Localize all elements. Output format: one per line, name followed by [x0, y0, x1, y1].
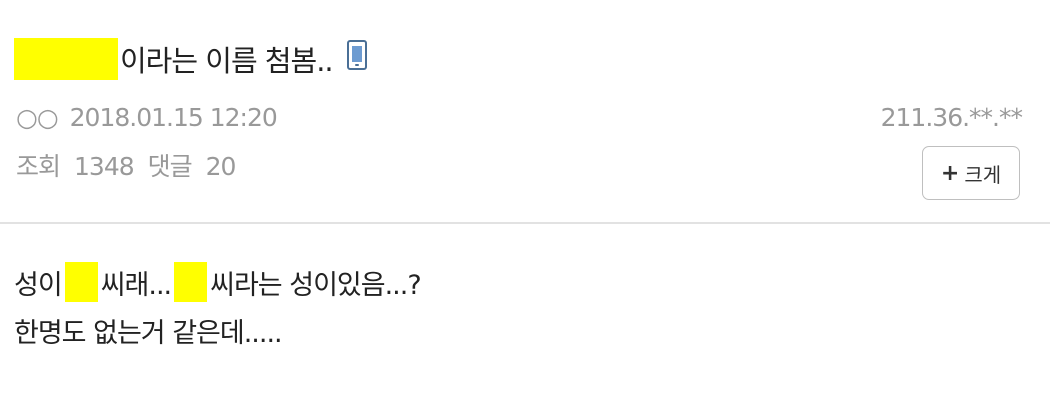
post-body-line: 성이 씨래... 씨라는 성이있음...? — [14, 258, 422, 306]
redaction-box — [64, 262, 98, 302]
author-name[interactable]: ○○ — [16, 103, 59, 132]
mobile-phone-icon — [346, 40, 367, 70]
post-title-text: 이라는 이름 첨봄.. — [120, 44, 334, 78]
plus-icon: + — [940, 160, 960, 186]
post-title: 이라는 이름 첨봄.. — [14, 34, 367, 84]
post-body-line: 한명도 없는거 같은데..... — [14, 306, 421, 354]
redaction-box — [14, 38, 118, 80]
divider — [0, 222, 1050, 224]
body-text: 씨라는 성이있음...? — [210, 269, 422, 301]
post-author-date: ○○ 2018.01.15 12:20 — [16, 103, 278, 132]
redaction-box — [174, 262, 208, 302]
comments-count: 20 — [205, 152, 237, 181]
body-text: 씨래... — [100, 269, 172, 301]
body-text: 성이 — [14, 269, 63, 301]
views-label: 조회 — [16, 152, 61, 181]
post-header: 이라는 이름 첨봄.. ○○ 2018.01.15 12:20 조회 1348 댓글 2… — [0, 0, 1050, 222]
author-ip: 211.36.**.** — [880, 103, 1023, 132]
comments-label: 댓글 — [147, 152, 193, 181]
post-stats: 조회 1348 댓글 20 — [16, 147, 237, 183]
views-count: 1348 — [74, 152, 135, 181]
post-body: 성이 씨래... 씨라는 성이있음...? 한명도 없는거 같은데..... — [14, 258, 422, 354]
zoom-button-label: 크게 — [964, 162, 1002, 187]
body-text: 한명도 없는거 같은데..... — [14, 317, 283, 349]
zoom-button[interactable]: + 크게 — [922, 146, 1020, 200]
post-datetime: 2018.01.15 12:20 — [69, 103, 278, 132]
